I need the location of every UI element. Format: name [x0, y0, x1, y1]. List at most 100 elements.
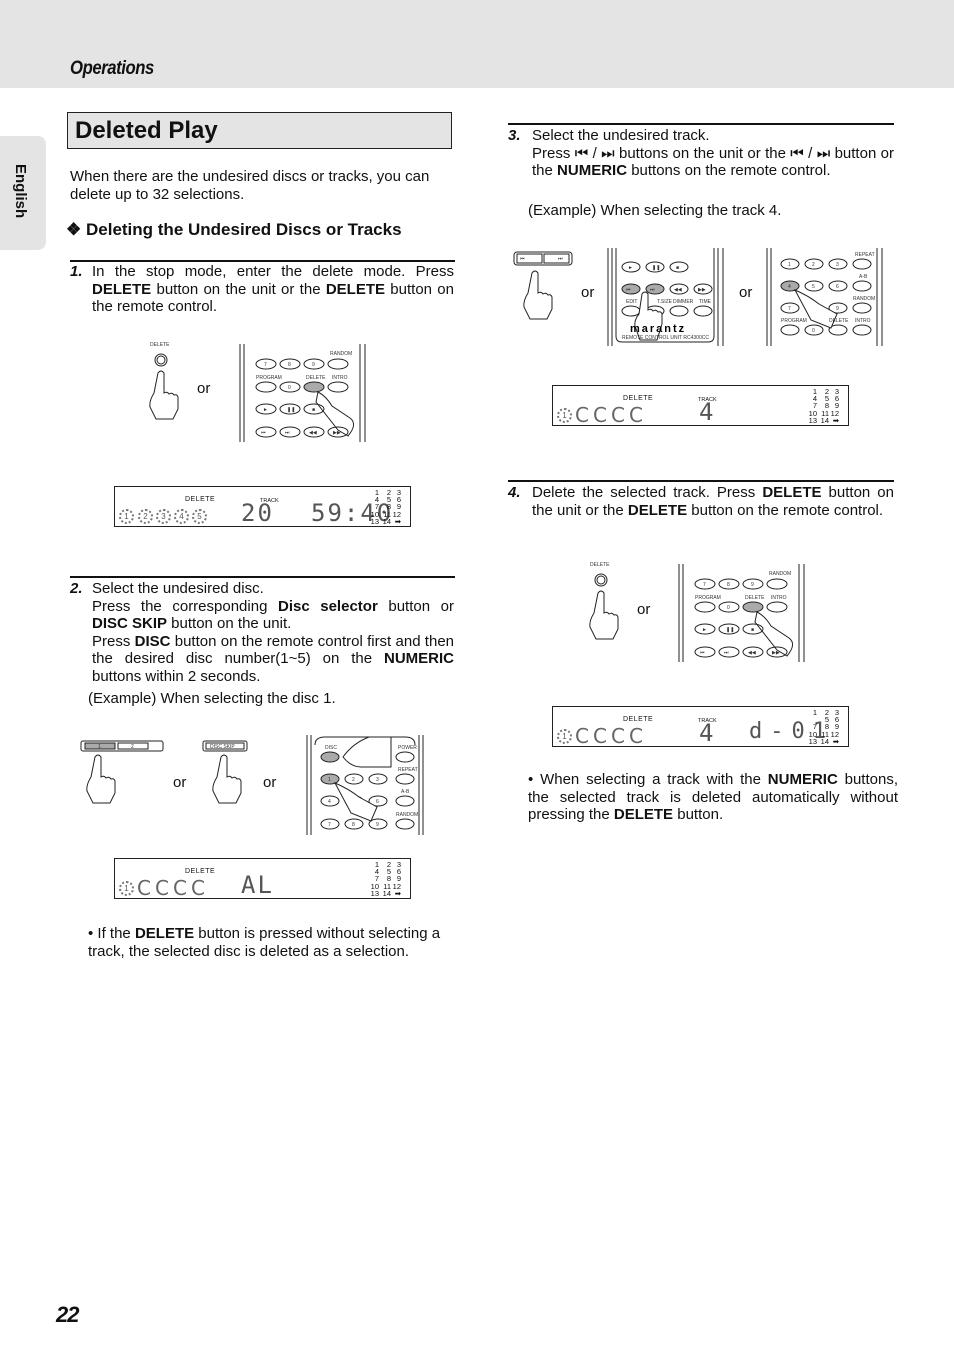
- disc-slot-icon: C: [593, 403, 607, 427]
- track-grid-cell: ➡: [394, 888, 401, 898]
- svg-text:8: 8: [727, 582, 730, 588]
- display-delete-label: DELETE: [185, 868, 216, 875]
- step-2-rule: [70, 576, 455, 578]
- svg-text:8: 8: [288, 362, 291, 368]
- step-1-remote-figure: 7 8 9 RANDOM PROGRAM DELETE INTRO 0 ► ❚❚ ■…: [238, 344, 370, 447]
- disc-indicator: 3: [156, 509, 171, 524]
- page-title: Deleted Play: [75, 117, 218, 144]
- svg-text:2: 2: [352, 777, 355, 783]
- display-delete-label: DELETE: [185, 496, 216, 503]
- unit-delete-label: DELETE: [590, 562, 610, 568]
- step-1-display: DELETE TRACK 1 2 3 4 5 20 59:40 12345678…: [114, 486, 411, 527]
- svg-text:◀◀: ◀◀: [748, 650, 756, 656]
- svg-text:0: 0: [727, 605, 730, 611]
- svg-text:⏮: ⏮: [700, 650, 705, 656]
- svg-text:RANDOM: RANDOM: [853, 296, 875, 302]
- step-3-example: (Example) When selecting the track 4.: [528, 202, 782, 219]
- language-tab-label: English: [12, 164, 29, 219]
- svg-text:9: 9: [751, 582, 754, 588]
- svg-text:►: ►: [628, 265, 633, 271]
- svg-text:⏭: ⏭: [724, 650, 729, 656]
- svg-text:DISC: DISC: [325, 745, 337, 751]
- track-grid-cell: ➡: [832, 415, 839, 425]
- step-1-text: In the stop mode, enter the delete mode.…: [92, 263, 454, 315]
- track-grid: 1 2 3 4 5 6 7 8 9 10 11 12 13 14 ➡: [805, 388, 839, 425]
- svg-text:PROGRAM: PROGRAM: [256, 375, 282, 381]
- step-4-remote-figure: 7 8 9 RANDOM PROGRAM DELETE INTRO 0 ► ❚❚ ■…: [677, 564, 809, 667]
- step-3-display: DELETE TRACK 1 C C C C 4 1 2 3 4 5 6 7 8 9 10 11 12…: [552, 385, 849, 426]
- svg-text:■: ■: [751, 627, 754, 633]
- disc-slot-icon: C: [173, 876, 187, 900]
- step-2-number: 2.: [70, 580, 83, 597]
- step-3-remote-1-figure: ► ❚❚ ■ ⏮ ⏭ ◀◀ ▶▶ EDIT T.SIZE DIMMER TIME mara…: [606, 248, 726, 351]
- svg-text:9: 9: [836, 306, 839, 312]
- svg-text:⏭: ⏭: [285, 430, 290, 436]
- svg-text:REMOTE CONTROL UNIT RC4300CC: REMOTE CONTROL UNIT RC4300CC: [622, 335, 709, 341]
- svg-text:RANDOM: RANDOM: [330, 351, 352, 357]
- step-1-number: 1.: [70, 263, 83, 280]
- intro-text: When there are the undesired discs or tr…: [70, 168, 430, 203]
- svg-text:0: 0: [812, 328, 815, 334]
- section-label: Operations: [70, 58, 154, 79]
- svg-text:3: 3: [836, 262, 839, 268]
- svg-text:◀◀: ◀◀: [309, 430, 317, 436]
- svg-text:7: 7: [264, 362, 267, 368]
- or-label: or: [581, 284, 595, 301]
- step-4-number: 4.: [508, 484, 521, 501]
- track-grid-cell: 13: [370, 888, 379, 898]
- track-grid-cell: ➡: [394, 516, 401, 526]
- svg-text:⏭: ⏭: [558, 256, 563, 262]
- svg-text:❚❚: ❚❚: [726, 627, 734, 633]
- svg-text:▶▶: ▶▶: [698, 287, 706, 293]
- disc-slot-icon: C: [137, 876, 151, 900]
- svg-text:RANDOM: RANDOM: [396, 812, 418, 818]
- svg-text:REPEAT: REPEAT: [855, 252, 875, 258]
- step-3-number: 3.: [508, 127, 521, 144]
- display-main-value: 20: [241, 499, 274, 527]
- svg-text:⏮: ⏮: [520, 256, 525, 262]
- track-grid: 1 2 3 4 5 6 7 8 9 10 11 12 13 14 ➡: [367, 489, 401, 526]
- svg-text:INTRO: INTRO: [771, 595, 787, 601]
- subheading: ❖ Deleting the Undesired Discs or Tracks: [66, 220, 402, 240]
- svg-text:9: 9: [376, 822, 379, 828]
- track-grid-cell: 1: [812, 708, 817, 717]
- track-grid-cell: 13: [808, 415, 817, 425]
- step-2-example: (Example) When selecting the disc 1.: [88, 690, 336, 707]
- svg-text:2: 2: [131, 744, 134, 750]
- svg-text:8: 8: [352, 822, 355, 828]
- step-2-disc-selector-figure: 1 2: [80, 738, 165, 813]
- page-number: 22: [56, 1302, 80, 1327]
- step-1-unit-figure: DELETE: [140, 340, 200, 430]
- step-3-unit-skip-figure: ⏮ ⏭: [512, 250, 574, 330]
- svg-text:▶▶: ▶▶: [772, 650, 780, 656]
- disc-slot-icon: C: [575, 724, 589, 748]
- svg-text:A-B: A-B: [401, 789, 410, 795]
- step-2-text-2: Press the corresponding Disc selector bu…: [92, 597, 454, 633]
- display-main-value: 4: [699, 719, 716, 747]
- disc-indicator: 1: [557, 729, 572, 744]
- step-2-display: DELETE 1 C C C C AL 1 2 3 4 5 6 7 8 9 10 11 12 13 14 ➡: [114, 858, 411, 899]
- track-grid-cell: 14: [820, 736, 829, 746]
- language-tab: English: [0, 136, 46, 250]
- step-1-rule: [70, 260, 455, 262]
- svg-text:PROGRAM: PROGRAM: [781, 318, 807, 324]
- step-3-remote-2-figure: 1 2 3 4 5 6 7 9 0 REPEAT A-B RANDOM PROG…: [765, 248, 885, 351]
- disc-slot-icon: C: [611, 403, 625, 427]
- disc-slot-icon: C: [575, 403, 589, 427]
- svg-text:►: ►: [702, 627, 707, 633]
- or-label: or: [263, 774, 277, 791]
- step-4-unit-figure: DELETE: [580, 560, 640, 650]
- step-4-rule: [508, 480, 894, 482]
- step-2-text-3: Press DISC button on the remote control …: [92, 632, 455, 685]
- disc-slot-icon: C: [191, 876, 205, 900]
- svg-text:DIMMER: DIMMER: [673, 299, 694, 305]
- track-grid-cell: 14: [820, 415, 829, 425]
- svg-text:1: 1: [788, 262, 791, 268]
- step-2-note: • If the DELETE button is pressed withou…: [88, 925, 441, 960]
- hand-icon: [589, 590, 619, 640]
- svg-text:DELETE: DELETE: [829, 318, 849, 324]
- track-grid: 1 2 3 5 6 7 8 9 10 11 12 13 14 ➡: [805, 708, 839, 746]
- next-button: [543, 253, 570, 264]
- or-label: or: [173, 774, 187, 791]
- step-4-display: DELETE TRACK 1 C C C C 4 d-01 1 2 3 5 6 7 8 9 10…: [552, 706, 849, 747]
